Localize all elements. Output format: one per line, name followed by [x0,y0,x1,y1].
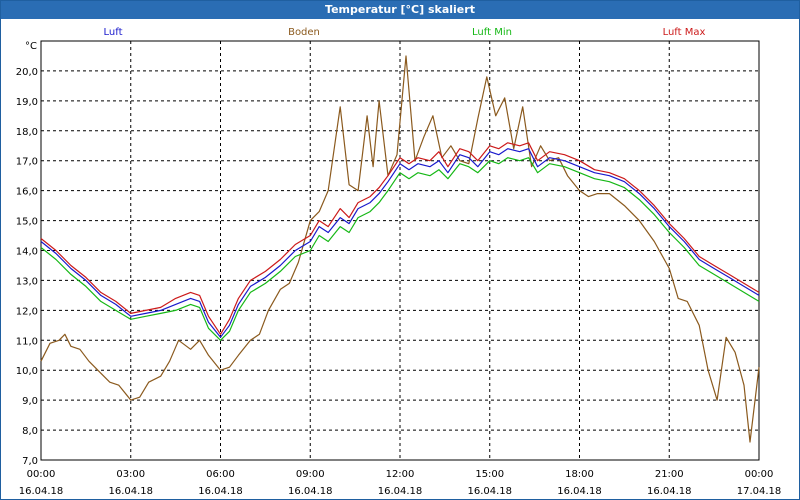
x-tick-date-label: 16.04.18 [108,486,153,497]
y-tick-label: 9,0 [22,396,38,407]
x-tick-date-label: 16.04.18 [378,486,423,497]
y-tick-label: 7,0 [22,456,38,467]
x-tick-date-label: 16.04.18 [557,486,602,497]
x-tick-time-label: 06:00 [206,469,235,480]
y-tick-label: 15,0 [16,217,38,228]
y-tick-label: 10,0 [16,366,38,377]
y-tick-label: 8,0 [22,426,38,437]
y-tick-label: 14,0 [16,247,38,258]
y-tick-label: 12,0 [16,306,38,317]
temperature-chart: 7,0 8,0 9,0 10,0 11,0 12,0 13,0 14,0 15,0 16,0 17,… [16,27,782,497]
x-tick-time-label: 12:00 [386,469,415,480]
y-tick-label: 19,0 [16,97,38,108]
x-tick-time-label: 18:00 [565,469,594,480]
y-tick-label: 16,0 [16,187,38,198]
x-tick-time-label: 09:00 [296,469,325,480]
y-tick-label: 20,0 [16,67,38,78]
x-tick-date-label: 16.04.18 [467,486,512,497]
x-tick-time-label: 03:00 [116,469,145,480]
x-tick-date-label: 16.04.18 [19,486,64,497]
legend-entry: Luft Max [663,27,706,38]
y-tick-label: 18,0 [16,127,38,138]
x-tick-date-label: 17.04.18 [737,486,782,497]
y-tick-label: 11,0 [16,336,38,347]
x-tick-time-label: 00:00 [745,469,774,480]
x-tick-date-label: 16.04.18 [288,486,333,497]
chart-window: Temperatur [°C] skaliert 7,0 8,0 9,0 10,0 11… [0,0,800,500]
legend-entry: Luft Min [472,27,512,38]
x-tick-time-label: 15:00 [475,469,504,480]
y-tick-label: 17,0 [16,157,38,168]
y-axis-unit-label: °C [25,41,37,52]
legend-entry: Boden [288,27,320,38]
x-tick-time-label: 00:00 [27,469,56,480]
x-tick-date-label: 16.04.18 [647,486,692,497]
y-tick-label: 13,0 [16,276,38,287]
legend-entry: Luft [104,27,123,38]
x-tick-time-label: 21:00 [655,469,684,480]
x-tick-date-label: 16.04.18 [198,486,243,497]
